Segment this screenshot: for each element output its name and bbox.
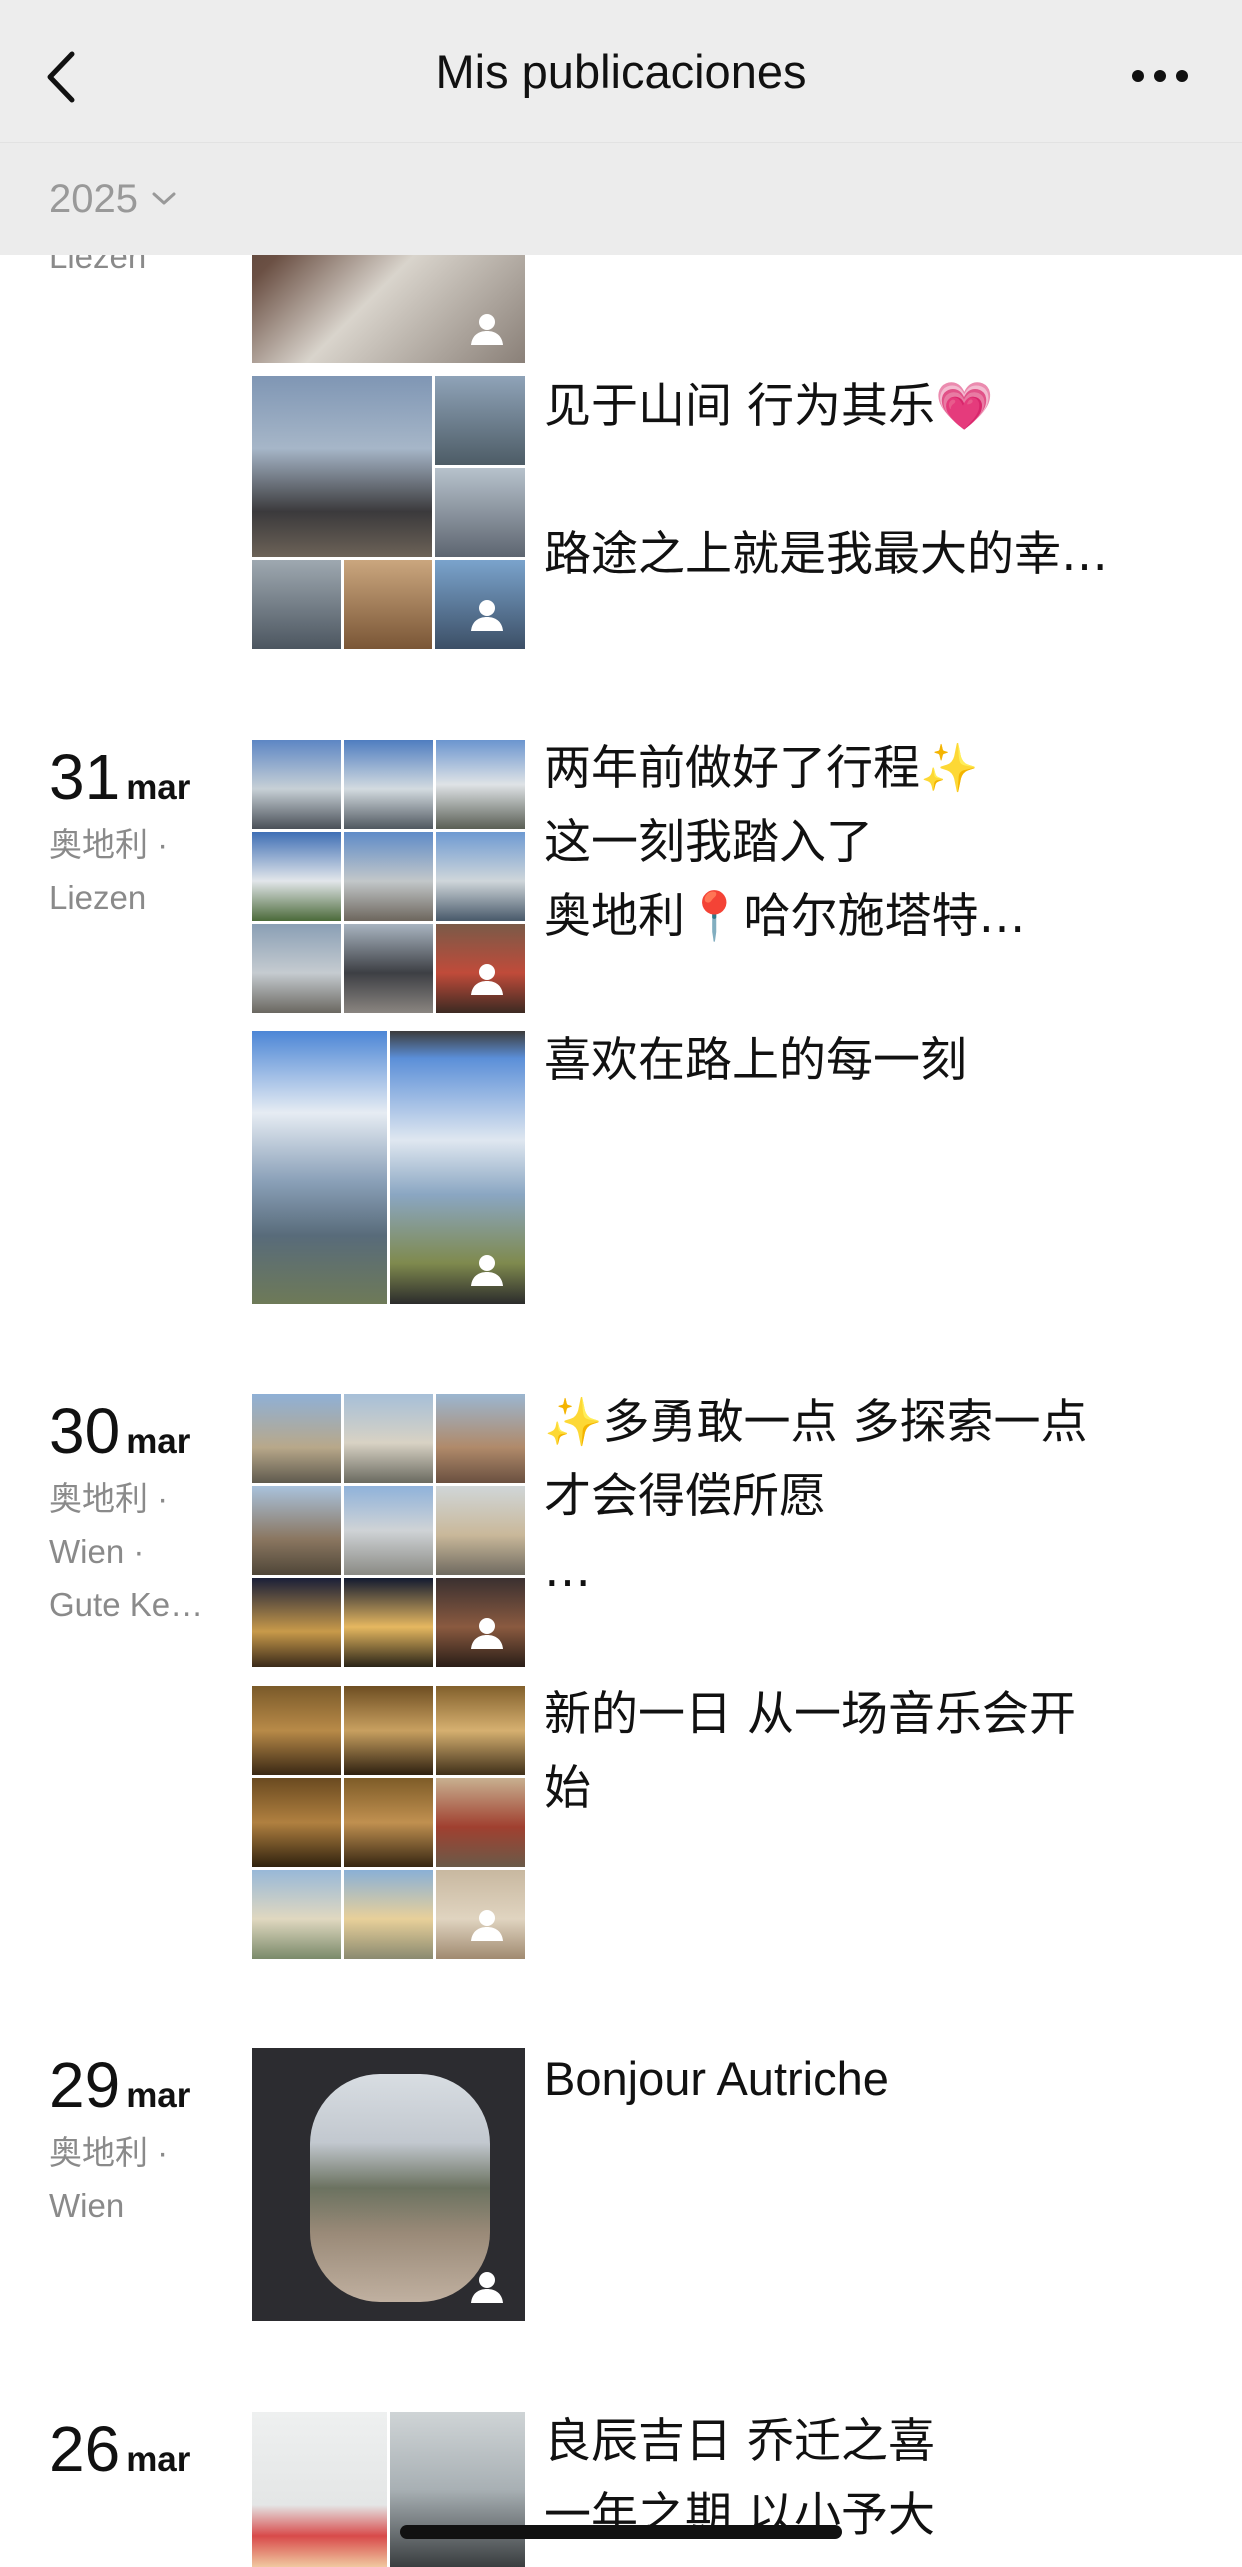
- month-label: mar: [126, 2076, 191, 2115]
- more-button[interactable]: [1122, 56, 1202, 96]
- page-title: Mis publicaciones: [435, 45, 807, 98]
- date-block: 26 mar: [49, 2412, 190, 2486]
- post-thumbnail[interactable]: [252, 1394, 525, 1667]
- person-icon: [471, 314, 503, 345]
- year-filter-bar: 2025: [0, 142, 1242, 255]
- post-thumbnail[interactable]: [252, 1031, 525, 1304]
- chevron-down-icon: [152, 192, 176, 205]
- home-indicator: [400, 2525, 842, 2539]
- year-filter-label: 2025: [49, 176, 138, 221]
- date-block: 30 mar 奥地利 · Wien · Gute Ke…: [49, 1394, 203, 1631]
- post-text[interactable]: 见于山间 行为其乐💗 路途之上就是我最大的幸…: [544, 370, 1184, 592]
- month-label: mar: [126, 1422, 191, 1461]
- person-icon: [471, 1255, 503, 1286]
- post-text[interactable]: 两年前做好了行程✨ 这一刻我踏入了 奥地利📍哈尔施塔特…: [544, 732, 1184, 954]
- post-thumbnail[interactable]: [252, 2412, 525, 2567]
- person-icon: [471, 964, 503, 995]
- post-thumbnail[interactable]: [252, 1686, 525, 1959]
- post-text[interactable]: ✨多勇敢一点 多探索一点 才会得偿所愿 …: [544, 1386, 1184, 1608]
- post-thumbnail[interactable]: [252, 376, 525, 649]
- year-filter-button[interactable]: 2025: [49, 171, 178, 227]
- person-icon: [471, 1910, 503, 1941]
- person-icon: [471, 600, 503, 631]
- date-block: 29 mar 奥地利 · Wien: [49, 2048, 190, 2232]
- more-dots-icon: [1132, 70, 1188, 82]
- post-text[interactable]: 新的一日 从一场音乐会开 始: [544, 1678, 1184, 1826]
- post-text[interactable]: 喜欢在路上的每一刻: [544, 1024, 1184, 1098]
- day-label: 26: [49, 2413, 121, 2485]
- person-icon: [471, 1618, 503, 1649]
- location-label: 奥地利 · Wien · Gute Ke…: [49, 1480, 204, 1623]
- month-label: mar: [126, 2440, 191, 2479]
- day-label: 30: [49, 1395, 121, 1467]
- month-label: mar: [126, 768, 191, 807]
- date-block: 31 mar 奥地利 · Liezen: [49, 740, 190, 924]
- post-text[interactable]: Bonjour Autriche: [544, 2042, 1184, 2116]
- day-label: 29: [49, 2049, 121, 2121]
- navigation-bar: Mis publicaciones: [0, 0, 1242, 142]
- post-thumbnail[interactable]: [252, 740, 525, 1013]
- day-label: 31: [49, 741, 121, 813]
- post-thumbnail[interactable]: [252, 2048, 525, 2321]
- person-icon: [471, 2272, 503, 2303]
- location-label: 奥地利 · Liezen: [49, 826, 169, 916]
- location-label: 奥地利 · Wien: [49, 2134, 169, 2224]
